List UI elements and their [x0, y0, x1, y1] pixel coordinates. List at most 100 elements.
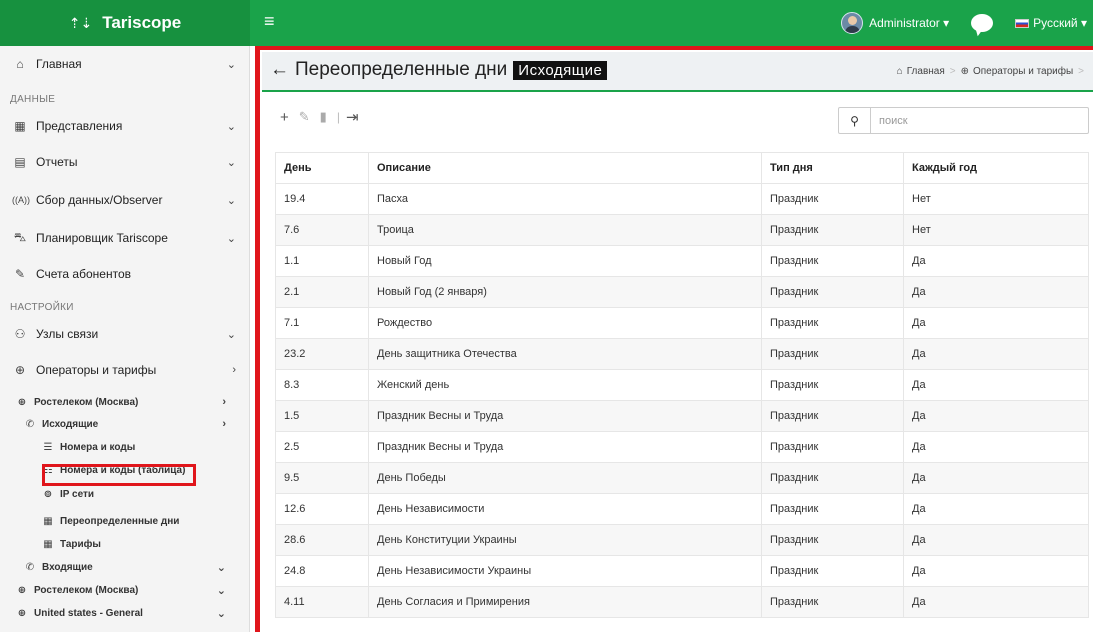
cell-every-year: Да [903, 586, 1089, 618]
chevron-down-icon: ⌄ [216, 584, 226, 597]
cell-every-year: Да [903, 493, 1089, 525]
globe-icon: ⊕ [960, 66, 969, 77]
table-row[interactable]: 9.5 День Победы Праздник Да [275, 462, 1089, 494]
section-label-settings: НАСТРОЙКИ [10, 302, 74, 313]
chevron-down-icon: ⌄ [226, 120, 236, 133]
sidebar-item-data-collection[interactable]: ((A)) Сбор данных/Observer ⌄ [0, 190, 240, 210]
cell-day-type: Праздник [761, 183, 904, 215]
tree-item-tariffs[interactable]: ▦ Тарифы [0, 536, 240, 552]
sidebar-item-label: Узлы связи [36, 327, 99, 341]
table-row[interactable]: 19.4 Пасха Праздник Нет [275, 183, 1089, 215]
sidebar-item-subscriber-accounts[interactable]: ✎ Счета абонентов [0, 264, 240, 284]
sidebar-item-reports[interactable]: ▤ Отчеты ⌄ [0, 152, 240, 172]
page-title: ← Переопределенные дни Исходящие [270, 59, 608, 81]
table-row[interactable]: 1.5 Праздник Весны и Труда Праздник Да [275, 400, 1089, 432]
tree-item-outgoing[interactable]: ✆ Исходящие › [0, 416, 240, 432]
cell-description: День Победы [368, 462, 762, 494]
cell-day-type: Праздник [761, 369, 904, 401]
chevron-down-icon: ⌄ [216, 607, 226, 620]
cell-description: Праздник Весны и Труда [368, 400, 762, 432]
chevron-right-icon: › [222, 396, 226, 408]
cell-every-year: Да [903, 400, 1089, 432]
table-row[interactable]: 4.11 День Согласия и Примирения Праздник Да [275, 586, 1089, 618]
tree-item-ip[interactable]: ⊚ IP сети [0, 486, 240, 502]
tree-item-label: Переопределенные дни [60, 515, 180, 527]
column-header-day[interactable]: День [275, 152, 369, 184]
sidebar-item-operators[interactable]: ⊕ Операторы и тарифы › [0, 360, 240, 380]
table-row[interactable]: 7.6 Троица Праздник Нет [275, 214, 1089, 246]
chevron-down-icon: ⌄ [226, 194, 236, 207]
cell-day: 4.11 [275, 586, 369, 618]
cell-day: 19.4 [275, 183, 369, 215]
table-row[interactable]: 2.5 Праздник Весны и Труда Праздник Да [275, 431, 1089, 463]
tree-item-label: Ростелеком (Москва) [34, 584, 139, 596]
tree-item-rostelecom-2[interactable]: ⊕ Ростелеком (Москва) ⌄ [0, 582, 240, 598]
sidebar-item-scheduler[interactable]: ⛍ Планировщик Tariscope ⌄ [0, 228, 240, 248]
cell-day-type: Праздник [761, 431, 904, 463]
search-icon[interactable]: ⚲ [839, 108, 871, 133]
avatar[interactable] [841, 12, 864, 34]
table-row[interactable]: 24.8 День Независимости Украины Праздник Да [275, 555, 1089, 587]
sidebar-item-label: Представления [36, 119, 123, 133]
delete-icon[interactable]: ▮ [320, 109, 327, 125]
table-row[interactable]: 23.2 День защитника Отечества Праздник Да [275, 338, 1089, 370]
column-header-description[interactable]: Описание [368, 152, 762, 184]
cell-description: Новый Год (2 января) [368, 276, 762, 308]
cell-day-type: Праздник [761, 307, 904, 339]
column-header-day-type[interactable]: Тип дня [761, 152, 904, 184]
table-row[interactable]: 28.6 День Конституции Украины Праздник Да [275, 524, 1089, 556]
chat-icon[interactable] [971, 14, 994, 32]
cell-day-type: Праздник [761, 400, 904, 432]
sidebar-item-views[interactable]: ▦ Представления ⌄ [0, 116, 240, 136]
back-arrow-icon[interactable]: ← [270, 59, 289, 81]
tree-item-override-days[interactable]: ▦ Переопределенные дни [0, 513, 240, 529]
brand[interactable]: ⇡⇣ Tariscope [0, 0, 250, 46]
table-row[interactable]: 12.6 День Независимости Праздник Да [275, 493, 1089, 525]
tree-item-numbers[interactable]: ☰ Номера и коды [0, 439, 240, 455]
page-title-text: Переопределенные дни [295, 59, 508, 80]
antenna-icon: ((A)) [12, 195, 30, 205]
scheduler-icon: ⛍ [13, 230, 27, 244]
cell-day-type: Праздник [761, 586, 904, 618]
cell-description: Троица [368, 214, 762, 246]
sidebar-item-label: Главная [36, 57, 82, 71]
add-icon[interactable]: + [280, 109, 289, 126]
export-icon[interactable]: ⇥ [346, 108, 359, 126]
table-row[interactable]: 7.1 Рождество Праздник Да [275, 307, 1089, 339]
toolbar-divider: | [336, 110, 340, 124]
tree-item-label: Номера и коды [60, 441, 136, 453]
section-label-data: ДАННЫЕ [10, 94, 56, 105]
cell-day: 28.6 [275, 524, 369, 556]
tree-item-label: IP сети [60, 488, 95, 500]
top-right-controls: Administrator ▾ Русский ▾ [841, 0, 1087, 46]
edit-icon[interactable]: ✎ [299, 109, 310, 125]
globe-icon: ⊕ [17, 396, 27, 408]
user-menu[interactable]: Administrator ▾ [869, 16, 949, 30]
tree-item-incoming[interactable]: ✆ Входящие ⌄ [0, 559, 240, 575]
cell-description: День защитника Отечества [368, 338, 762, 370]
chevron-down-icon: ⌄ [226, 58, 236, 71]
sidebar-item-home[interactable]: ⌂ Главная ⌄ [0, 54, 240, 74]
chevron-down-icon: ⌄ [226, 156, 236, 169]
hamburger-menu-icon[interactable]: ≡ [264, 12, 275, 30]
table-row[interactable]: 2.1 Новый Год (2 января) Праздник Да [275, 276, 1089, 308]
cell-day-type: Праздник [761, 276, 904, 308]
search-input[interactable] [871, 108, 1088, 133]
breadcrumb-home[interactable]: Главная [907, 66, 945, 77]
tree-item-rostelecom[interactable]: ⊕ Ростелеком (Москва) › [0, 394, 240, 410]
tree-item-label: United states - General [34, 607, 143, 619]
language-selector[interactable]: Русский ▾ [1033, 16, 1087, 30]
breadcrumb-operators[interactable]: Операторы и тарифы [973, 66, 1073, 77]
sidebar-item-label: Отчеты [36, 155, 78, 169]
sidebar-item-label: Планировщик Tariscope [36, 231, 168, 245]
table-icon: ▦ [14, 119, 26, 133]
chevron-right-icon: › [222, 418, 226, 430]
tree-item-us-general[interactable]: ⊕ United states - General ⌄ [0, 605, 240, 621]
table-row[interactable]: 1.1 Новый Год Праздник Да [275, 245, 1089, 277]
cell-day: 12.6 [275, 493, 369, 525]
table-row[interactable]: 8.3 Женский день Праздник Да [275, 369, 1089, 401]
cell-day-type: Праздник [761, 245, 904, 277]
column-header-every-year[interactable]: Каждый год [903, 152, 1089, 184]
cell-every-year: Да [903, 555, 1089, 587]
sidebar-item-nodes[interactable]: ⚇ Узлы связи ⌄ [0, 324, 240, 344]
